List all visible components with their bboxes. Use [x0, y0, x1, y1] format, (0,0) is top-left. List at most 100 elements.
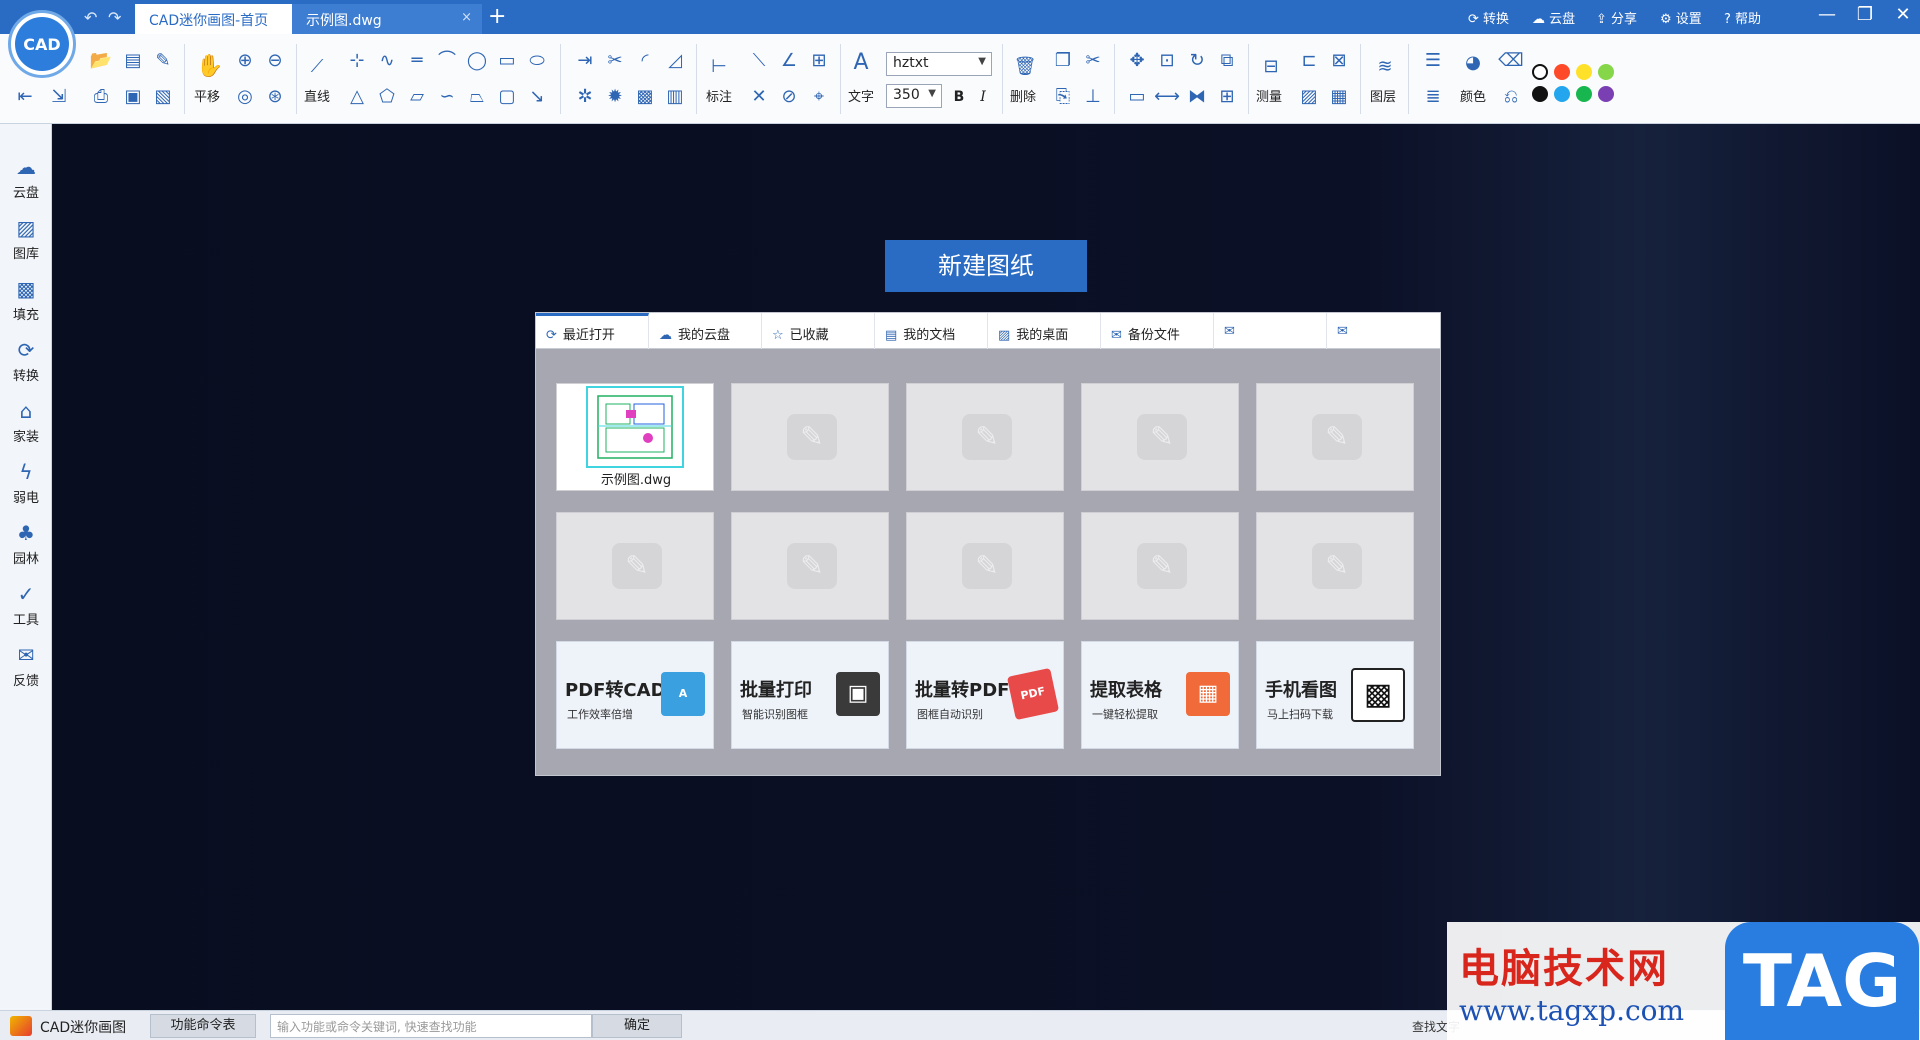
- help-link[interactable]: ? 帮助: [1724, 8, 1761, 27]
- group-icon[interactable]: ⊞: [1214, 84, 1240, 110]
- tab-my-desktop[interactable]: ▨ 我的桌面: [988, 313, 1101, 349]
- tab-recent[interactable]: ⟳ 最近打开: [536, 313, 649, 349]
- stretch-icon[interactable]: ⟷: [1154, 84, 1180, 110]
- pdf-icon[interactable]: ▣: [120, 84, 146, 110]
- sidebar-item-hatch[interactable]: ▩ 填充: [0, 270, 52, 330]
- open-icon[interactable]: 📂: [88, 48, 114, 74]
- polyline-icon[interactable]: ⊹: [344, 48, 370, 74]
- undo-icon[interactable]: ↶: [84, 8, 97, 27]
- arrow-icon[interactable]: ↘: [524, 84, 550, 110]
- parallelogram-icon[interactable]: ▱: [404, 84, 430, 110]
- paste-icon[interactable]: ⎘: [1050, 84, 1076, 110]
- extend-icon[interactable]: ⇥: [572, 48, 598, 74]
- curve-icon[interactable]: ∽: [434, 84, 460, 110]
- table-icon[interactable]: ▦: [1326, 84, 1352, 110]
- recent-file-card[interactable]: 示例图.dwg: [556, 383, 714, 491]
- layers-icon[interactable]: ≋: [1372, 54, 1398, 80]
- back-icon[interactable]: ⇤: [12, 84, 38, 110]
- line-label[interactable]: 直线: [304, 86, 330, 105]
- area-icon[interactable]: ⊏: [1296, 48, 1322, 74]
- color-swatch-yellow[interactable]: [1576, 64, 1592, 80]
- color-swatch-blue[interactable]: [1554, 86, 1570, 102]
- minimize-button[interactable]: —: [1812, 4, 1842, 25]
- hatch-tool-icon[interactable]: ▩: [632, 84, 658, 110]
- double-line-icon[interactable]: ═: [404, 48, 430, 74]
- promo-pdf-to-cad[interactable]: PDF转CAD 工作效率倍增 A: [556, 641, 714, 749]
- tab-extra-2[interactable]: ✉: [1327, 313, 1440, 349]
- dimension-label[interactable]: 标注: [706, 86, 732, 105]
- text-label[interactable]: 文字: [848, 86, 874, 105]
- delete-icon[interactable]: 🗑: [1012, 54, 1038, 80]
- color-wheel-icon[interactable]: ◕: [1460, 50, 1486, 76]
- redo-icon[interactable]: ↷: [108, 8, 121, 27]
- color-swatch-white[interactable]: [1532, 64, 1548, 80]
- line-icon[interactable]: ⟋: [304, 54, 330, 80]
- sidebar-item-cloud[interactable]: ☁ 云盘: [0, 148, 52, 208]
- add-tab-icon[interactable]: +: [488, 4, 506, 29]
- command-search-input[interactable]: 输入功能或命令关键词, 快速查找功能: [270, 1014, 592, 1038]
- settings-link[interactable]: ⚙ 设置: [1660, 8, 1702, 27]
- font-size-select[interactable]: 350 ▼: [886, 84, 942, 108]
- leader-icon[interactable]: ⌖: [806, 84, 832, 110]
- convert-link[interactable]: ⟳ 转换: [1468, 8, 1509, 27]
- zoom-in-icon[interactable]: ⊕: [232, 48, 258, 74]
- image-export-icon[interactable]: ▧: [150, 84, 176, 110]
- tab-home[interactable]: CAD迷你画图-首页: [135, 4, 292, 34]
- align-icon[interactable]: ⊥: [1080, 84, 1106, 110]
- cut-icon[interactable]: ✂: [1080, 48, 1106, 74]
- rotate-icon[interactable]: ✲: [572, 84, 598, 110]
- promo-extract-table[interactable]: 提取表格 一键轻松提取 ▦: [1081, 641, 1239, 749]
- pentagon-icon[interactable]: ⬠: [374, 84, 400, 110]
- triangle-icon[interactable]: △: [344, 84, 370, 110]
- maximize-button[interactable]: ❐: [1850, 4, 1880, 25]
- angle-dim-icon[interactable]: ∠: [776, 48, 802, 74]
- confirm-button[interactable]: 确定: [592, 1014, 682, 1038]
- text-icon[interactable]: A: [848, 50, 874, 76]
- cloud-link[interactable]: ☁ 云盘: [1532, 8, 1575, 27]
- save-icon[interactable]: ▤: [120, 48, 146, 74]
- bold-button[interactable]: B: [946, 84, 972, 110]
- print-icon[interactable]: ⎙: [88, 84, 114, 110]
- trim-icon[interactable]: ✂: [602, 48, 628, 74]
- tab-favorites[interactable]: ☆ 已收藏: [762, 313, 875, 349]
- color-swatch-black[interactable]: [1532, 86, 1548, 102]
- tab-backup-files[interactable]: ✉ 备份文件: [1101, 313, 1214, 349]
- copy-icon[interactable]: ❐: [1050, 48, 1076, 74]
- diameter-dim-icon[interactable]: ⊘: [776, 84, 802, 110]
- zoom-window-icon[interactable]: ◎: [232, 84, 258, 110]
- array-icon[interactable]: ⧉: [1214, 48, 1240, 74]
- close-icon[interactable]: ×: [461, 10, 472, 25]
- measure-label[interactable]: 测量: [1256, 86, 1282, 105]
- radius-dim-icon[interactable]: ✕: [746, 84, 772, 110]
- fillet-icon[interactable]: ◜: [632, 48, 658, 74]
- ellipse-icon[interactable]: ⬭: [524, 48, 550, 74]
- app-logo[interactable]: CAD: [8, 10, 76, 78]
- spline-icon[interactable]: ∿: [374, 48, 400, 74]
- share-link[interactable]: ⇪ 分享: [1596, 8, 1637, 27]
- sidebar-item-garden[interactable]: ♣ 园林: [0, 514, 52, 574]
- zoom-out-icon[interactable]: ⊖: [262, 48, 288, 74]
- chamfer-icon[interactable]: ◿: [662, 48, 688, 74]
- tab-my-cloud[interactable]: ☁ 我的云盘: [649, 313, 762, 349]
- delete-label[interactable]: 删除: [1010, 86, 1036, 105]
- tab-extra-1[interactable]: ✉: [1214, 313, 1327, 349]
- mirror-icon[interactable]: ⧓: [1184, 84, 1210, 110]
- color-swatch-dark-green[interactable]: [1576, 86, 1592, 102]
- promo-mobile-view[interactable]: 手机看图 马上扫码下载 ▩: [1256, 641, 1414, 749]
- measure-icon[interactable]: ⊟: [1258, 54, 1284, 80]
- scale-icon[interactable]: ⊡: [1154, 48, 1180, 74]
- save-as-icon[interactable]: ✎: [150, 48, 176, 74]
- offset-icon[interactable]: ▭: [1124, 84, 1150, 110]
- zoom-extents-icon[interactable]: ⊛: [262, 84, 288, 110]
- sidebar-item-tools[interactable]: ✓ 工具: [0, 575, 52, 635]
- circle-icon[interactable]: ◯: [464, 48, 490, 74]
- tab-file[interactable]: 示例图.dwg ×: [292, 4, 482, 34]
- rotate-tool-icon[interactable]: ↻: [1184, 48, 1210, 74]
- coordinate-icon[interactable]: ⊠: [1326, 48, 1352, 74]
- sidebar-item-gallery[interactable]: ▨ 图库: [0, 209, 52, 269]
- continuous-dim-icon[interactable]: ⊞: [806, 48, 832, 74]
- new-drawing-button[interactable]: 新建图纸: [885, 240, 1087, 292]
- lineweight-icon[interactable]: ≣: [1420, 84, 1446, 110]
- tab-my-documents[interactable]: ▤ 我的文档: [875, 313, 988, 349]
- color-swatch-red[interactable]: [1554, 64, 1570, 80]
